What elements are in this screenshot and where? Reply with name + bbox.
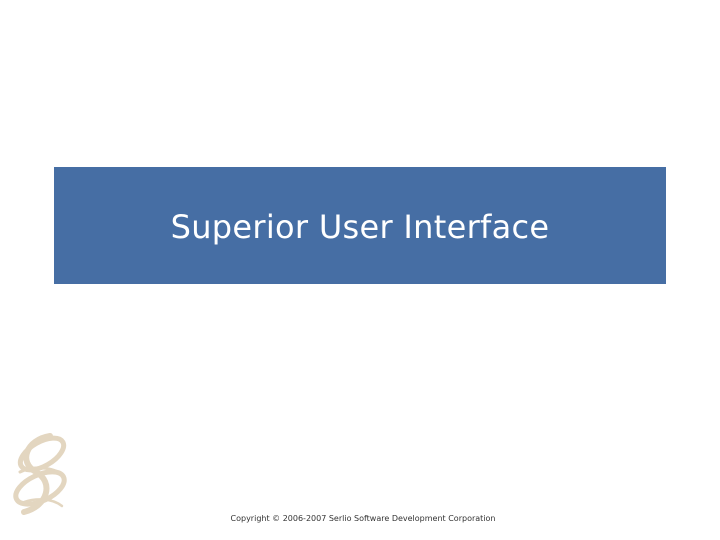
slide-title: Superior User Interface [170, 207, 550, 246]
copyright-footer: Copyright © 2006-2007 Serlio Software De… [230, 514, 496, 523]
serlio-swirl-logo-icon [6, 426, 78, 522]
title-banner: Superior User Interface [54, 167, 666, 284]
slide: Superior User Interface Copyright © 2006… [0, 0, 720, 540]
